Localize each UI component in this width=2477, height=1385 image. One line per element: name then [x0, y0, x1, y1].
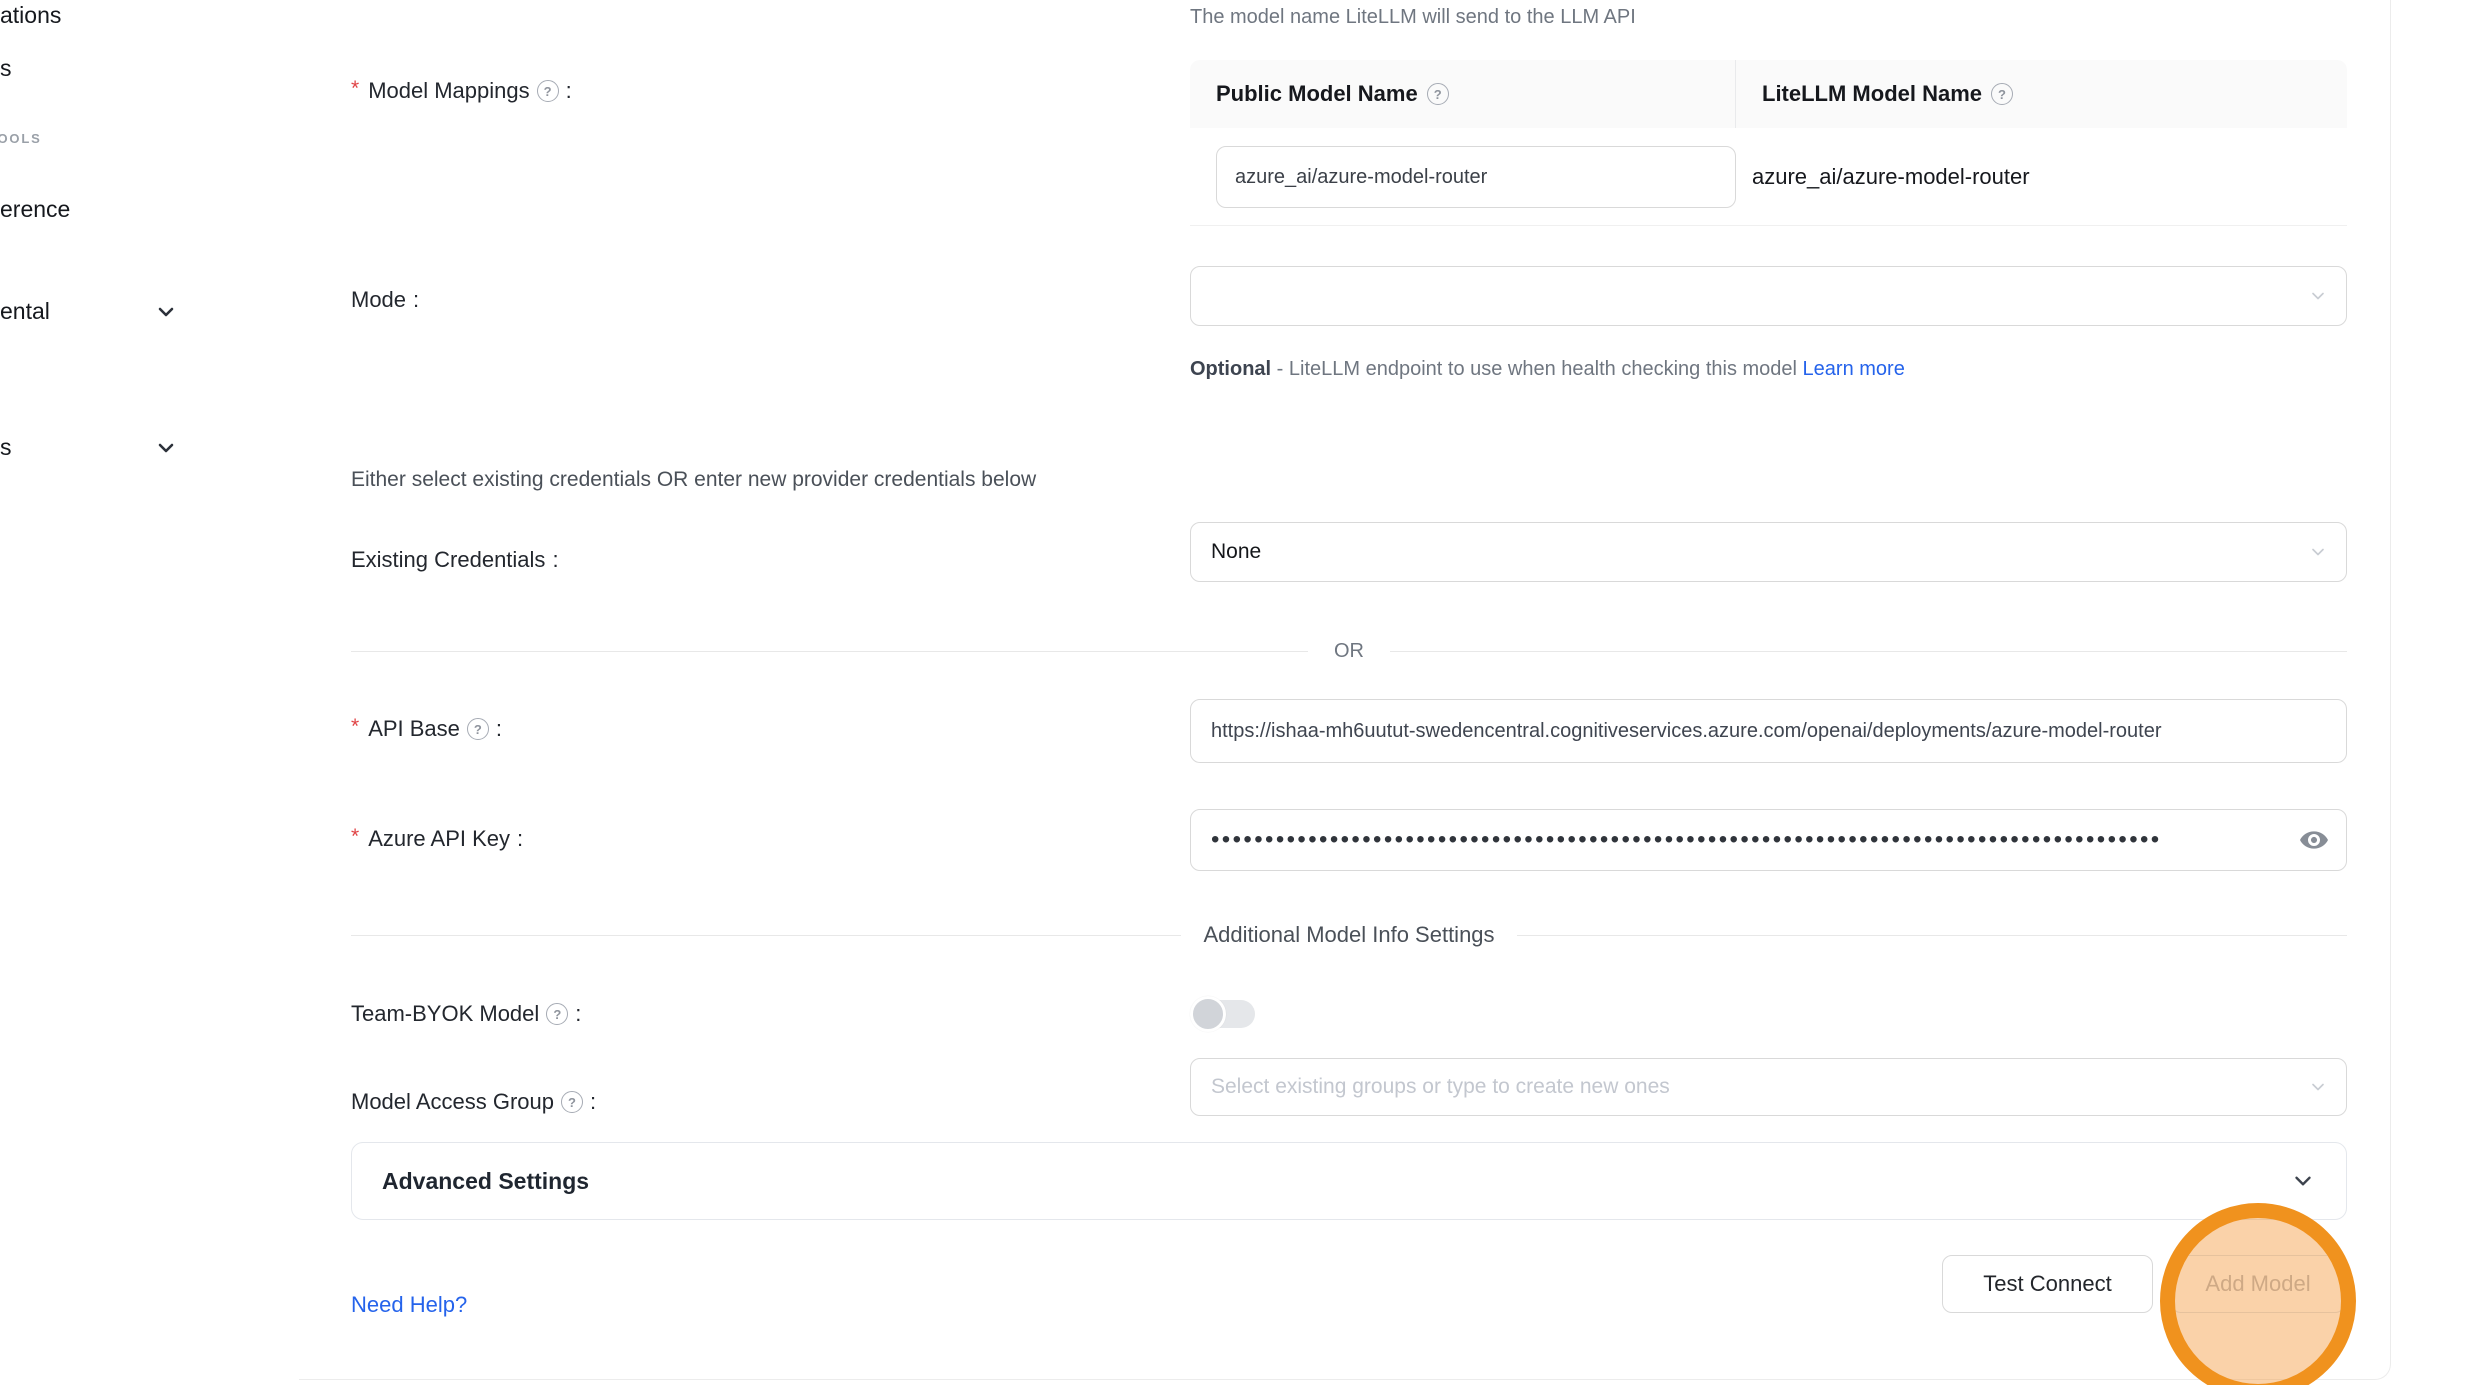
divider-line — [351, 935, 1181, 936]
advanced-settings-title: Advanced Settings — [382, 1168, 589, 1195]
chevron-down-icon — [154, 300, 178, 324]
help-question-icon[interactable]: ? — [546, 1003, 568, 1025]
label-text: Model Access Group — [351, 1089, 554, 1115]
label-text: Team-BYOK Model — [351, 1001, 539, 1027]
add-model-page: ations s TOOLS erence ental s The model … — [0, 0, 2477, 1385]
model-mappings-table: Public Model Name ? LiteLLM Model Name ?… — [1190, 60, 2347, 226]
table-row: azure_ai/azure-model-router — [1190, 128, 2347, 225]
sidebar-item-label: erence — [0, 196, 70, 222]
chevron-down-icon — [154, 436, 178, 460]
sidebar-section-tools: TOOLS — [0, 131, 42, 146]
public-model-name-input[interactable] — [1216, 146, 1736, 208]
or-divider: OR — [351, 640, 2347, 663]
sidebar-item-reference[interactable]: erence — [0, 196, 70, 223]
label-colon: : — [566, 78, 572, 104]
label-text: Mode — [351, 287, 406, 313]
chevron-down-icon — [2308, 1077, 2328, 1097]
label-text: Azure API Key — [368, 826, 510, 852]
existing-credentials-label: Existing Credentials : — [351, 547, 559, 573]
mode-label: Mode : — [351, 287, 419, 313]
column-header-public-model-name: Public Model Name ? — [1190, 60, 1736, 128]
column-header-label: LiteLLM Model Name — [1762, 81, 1982, 107]
additional-settings-divider-label: Additional Model Info Settings — [1203, 922, 1494, 948]
table-header-row: Public Model Name ? LiteLLM Model Name ? — [1190, 60, 2347, 128]
sidebar-item-label: s — [0, 434, 12, 460]
chevron-down-icon — [2308, 286, 2328, 306]
azure-api-key-label: * Azure API Key : — [351, 826, 523, 852]
advanced-settings-panel[interactable]: Advanced Settings — [351, 1142, 2347, 1220]
api-base-input[interactable] — [1191, 700, 2346, 762]
mode-hint: Optional - LiteLLM endpoint to use when … — [1190, 349, 2220, 389]
label-colon: : — [517, 826, 523, 852]
learn-more-link[interactable]: Learn more — [1803, 358, 1905, 380]
label-text: Model Mappings — [368, 78, 529, 104]
label-colon: : — [590, 1089, 596, 1115]
required-asterisk: * — [351, 77, 359, 101]
azure-api-key-field[interactable]: ••••••••••••••••••••••••••••••••••••••••… — [1190, 809, 2347, 871]
button-label: Add Model — [2205, 1271, 2310, 1297]
api-base-field — [1190, 699, 2347, 763]
sidebar: ations s TOOLS erence ental s — [0, 0, 299, 1385]
label-colon: : — [413, 287, 419, 313]
help-question-icon[interactable]: ? — [467, 718, 489, 740]
toggle-knob — [1190, 996, 1226, 1032]
help-question-icon[interactable]: ? — [1427, 83, 1449, 105]
existing-credentials-value: None — [1191, 540, 1261, 564]
litellm-model-name-value: azure_ai/azure-model-router — [1752, 128, 2030, 225]
team-byok-toggle[interactable] — [1190, 996, 1256, 1032]
mode-select[interactable] — [1190, 266, 2347, 326]
label-colon: : — [575, 1001, 581, 1027]
sidebar-section-label: TOOLS — [0, 131, 42, 146]
eye-icon[interactable] — [2298, 824, 2330, 856]
help-question-icon[interactable]: ? — [561, 1091, 583, 1113]
test-connect-button[interactable]: Test Connect — [1942, 1255, 2153, 1313]
or-divider-label: OR — [1334, 640, 1364, 663]
need-help-link[interactable]: Need Help? — [351, 1292, 467, 1318]
team-byok-label: Team-BYOK Model ? : — [351, 1001, 581, 1027]
divider-line — [1517, 935, 2347, 936]
chevron-down-icon — [2290, 1168, 2316, 1194]
existing-credentials-select[interactable]: None — [1190, 522, 2347, 582]
column-header-label: Public Model Name — [1216, 81, 1418, 107]
column-header-litellm-model-name: LiteLLM Model Name ? — [1736, 60, 2347, 128]
additional-settings-divider: Additional Model Info Settings — [351, 922, 2347, 948]
model-access-group-label: Model Access Group ? : — [351, 1089, 596, 1115]
sidebar-item-label: s — [0, 55, 12, 81]
required-asterisk: * — [351, 715, 359, 739]
help-question-icon[interactable]: ? — [537, 80, 559, 102]
model-name-hint: The model name LiteLLM will send to the … — [1190, 6, 1636, 29]
sidebar-item-5[interactable]: s — [0, 434, 12, 461]
mode-hint-bold: Optional — [1190, 358, 1271, 380]
api-base-label: * API Base ? : — [351, 716, 502, 742]
label-colon: : — [496, 716, 502, 742]
label-colon: : — [552, 547, 558, 573]
model-access-group-select[interactable]: Select existing groups or type to create… — [1190, 1058, 2347, 1116]
sidebar-item-experimental[interactable]: ental — [0, 298, 50, 325]
chevron-down-icon — [2308, 542, 2328, 562]
model-access-group-placeholder: Select existing groups or type to create… — [1191, 1075, 1670, 1099]
sidebar-item-label: ental — [0, 298, 50, 324]
help-question-icon[interactable]: ? — [1991, 83, 2013, 105]
sidebar-item-organizations[interactable]: ations — [0, 2, 61, 29]
label-text: API Base — [368, 716, 460, 742]
divider-line — [351, 651, 1308, 652]
sidebar-item-1[interactable]: s — [0, 55, 12, 82]
divider-line — [1390, 651, 2347, 652]
masked-api-key-value: ••••••••••••••••••••••••••••••••••••••••… — [1191, 826, 2231, 854]
sidebar-item-label: ations — [0, 2, 61, 28]
label-text: Existing Credentials — [351, 547, 545, 573]
mode-hint-text: - LiteLLM endpoint to use when health ch… — [1271, 358, 1802, 380]
button-label: Test Connect — [1983, 1271, 2111, 1297]
model-mappings-label: * Model Mappings ? : — [351, 78, 572, 104]
add-model-button[interactable]: Add Model — [2171, 1255, 2345, 1313]
credentials-note: Either select existing credentials OR en… — [351, 468, 1036, 492]
required-asterisk: * — [351, 825, 359, 849]
